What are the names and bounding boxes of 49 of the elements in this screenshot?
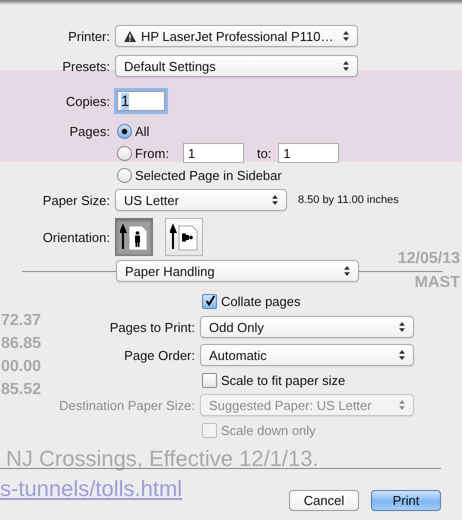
to-label: to: bbox=[256, 146, 272, 160]
document-text: 86.85 bbox=[1, 335, 42, 353]
section-menu[interactable]: Paper Handling bbox=[116, 260, 359, 282]
document-text: 12/05/13 bbox=[398, 250, 460, 268]
up-down-arrows-icon bbox=[399, 400, 405, 410]
landscape-button[interactable] bbox=[165, 218, 203, 256]
pages-label: Pages: bbox=[70, 124, 110, 138]
cancel-button[interactable]: Cancel bbox=[289, 490, 359, 511]
radio-label: All bbox=[135, 124, 150, 138]
to-page-field[interactable]: 1 bbox=[278, 143, 340, 163]
presets-menu[interactable]: Default Settings bbox=[115, 55, 358, 77]
portrait-page-icon bbox=[120, 223, 148, 251]
document-text: MAST bbox=[414, 274, 460, 292]
pages-to-print-label: Pages to Print: bbox=[110, 320, 195, 334]
up-down-arrows-icon bbox=[343, 61, 349, 71]
page-order-label: Page Order: bbox=[124, 348, 195, 362]
paper-size-menu[interactable]: US Letter bbox=[115, 189, 287, 211]
radio-button[interactable] bbox=[117, 168, 132, 182]
printer-menu[interactable]: HP LaserJet Professional P110… bbox=[115, 25, 358, 47]
scale-to-fit-label: Scale to fit paper size bbox=[221, 372, 346, 388]
document-text: 85.52 bbox=[1, 381, 42, 399]
radio-label: From: bbox=[135, 146, 169, 160]
from-page-field[interactable]: 1 bbox=[182, 143, 244, 163]
radio-label: Selected Page in Sidebar bbox=[135, 168, 282, 182]
collate-checkbox[interactable] bbox=[202, 294, 217, 308]
up-down-arrows-icon bbox=[344, 266, 350, 276]
scale-down-label: Scale down only bbox=[221, 422, 316, 438]
page-order-menu[interactable]: Automatic bbox=[200, 344, 414, 366]
pages-to-print-menu[interactable]: Odd Only bbox=[200, 316, 414, 338]
up-down-arrows-icon bbox=[399, 350, 405, 360]
presets-label: Presets: bbox=[61, 58, 110, 74]
destination-paper-size-label: Destination Paper Size: bbox=[59, 398, 195, 412]
paper-dimensions: 8.50 by 11.00 inches bbox=[298, 194, 399, 206]
copies-label: Copies: bbox=[64, 94, 110, 108]
orientation-label: Orientation: bbox=[42, 230, 110, 244]
document-text: 00.00 bbox=[1, 358, 42, 376]
up-down-arrows-icon bbox=[343, 31, 349, 41]
copies-field[interactable]: 1 bbox=[117, 91, 165, 111]
up-down-arrows-icon bbox=[399, 322, 405, 332]
up-down-arrows-icon bbox=[272, 195, 278, 205]
scale-to-fit-checkbox[interactable] bbox=[202, 372, 217, 388]
document-text: NJ Crossings, Effective 12/1/13. bbox=[6, 446, 319, 472]
print-button[interactable]: Print bbox=[371, 490, 441, 511]
collate-label: Collate pages bbox=[221, 294, 300, 308]
document-text: 72.37 bbox=[1, 312, 42, 330]
portrait-button[interactable] bbox=[115, 218, 153, 256]
printer-label: Printer: bbox=[67, 28, 110, 44]
paper-size-label: Paper Size: bbox=[42, 192, 110, 208]
landscape-page-icon bbox=[170, 223, 198, 251]
